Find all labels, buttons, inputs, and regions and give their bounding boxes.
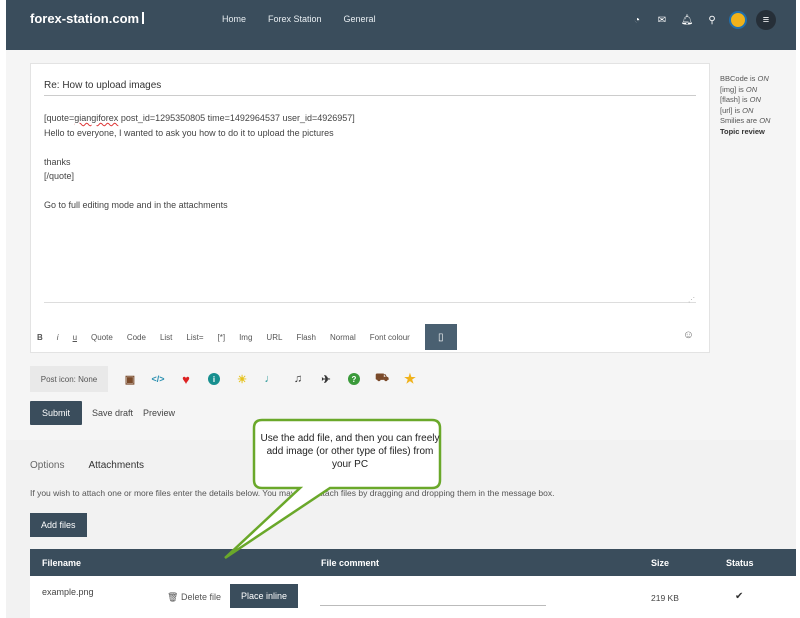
code-button[interactable]: Code xyxy=(120,333,153,342)
resize-grip-icon[interactable]: ⋰ xyxy=(688,296,695,304)
post-icon-row: Post icon: None ▣ </> ♥ i ☀ ♩ ♫ ✈ ? ⛟ ★ xyxy=(30,366,424,392)
message-line: [quote=giangiforex post_id=1295350805 ti… xyxy=(44,113,355,123)
column-size: Size xyxy=(651,558,670,568)
options-tabs: Options Attachments xyxy=(30,460,144,471)
microphone-icon[interactable]: ♩ xyxy=(256,366,284,392)
delete-file-button[interactable]: 🗑︎ Delete file xyxy=(167,592,221,603)
heart-icon[interactable]: ♥ xyxy=(172,366,200,392)
attachments-table-header: Filename File comment Size Status xyxy=(30,549,796,576)
dashboard-icon[interactable]: ◔ xyxy=(629,12,645,28)
lightbulb-icon[interactable]: ☀ xyxy=(228,366,256,392)
url-status: [url] is ON xyxy=(720,105,754,115)
post-icon-none[interactable]: Post icon: None xyxy=(30,366,108,392)
message-line: [/quote] xyxy=(44,171,75,181)
subject-input[interactable]: Re: How to upload images xyxy=(44,80,696,96)
flash-button[interactable]: Flash xyxy=(289,333,323,342)
textarea-bottom-border xyxy=(44,302,696,303)
attachment-size: 219 KB xyxy=(651,593,679,603)
menu-icon[interactable]: ≡ xyxy=(756,10,776,30)
code-icon[interactable]: </> xyxy=(144,366,172,392)
breadcrumb: Home Forex Station General xyxy=(222,14,376,24)
img-status: [img] is ON xyxy=(720,84,758,94)
nav-general[interactable]: General xyxy=(344,14,376,24)
column-status: Status xyxy=(726,558,754,568)
attach-info-text: If you wish to attach one or more files … xyxy=(30,488,555,498)
column-filename: Filename xyxy=(42,558,82,568)
nav-home[interactable]: Home xyxy=(222,14,246,24)
top-icon-bar: ◔ ✉ 🔔︎ ⚲ ≡ xyxy=(629,10,776,30)
toggle-mode-button[interactable]: ▯ xyxy=(424,324,457,350)
font-size-select[interactable]: Normal xyxy=(323,333,363,342)
cart-icon[interactable]: ⛟ xyxy=(368,366,396,392)
submit-button[interactable]: Submit xyxy=(30,401,83,425)
star-icon[interactable]: ★ xyxy=(396,366,424,392)
message-line: Hello to everyone, I wanted to ask you h… xyxy=(44,127,334,138)
top-navbar: forex-station.com Home Forex Station Gen… xyxy=(6,0,796,50)
bold-button[interactable]: B xyxy=(30,333,50,342)
place-inline-button[interactable]: Place inline xyxy=(230,584,299,608)
file-comment-input[interactable] xyxy=(320,600,546,606)
table-row: example.png 🗑︎ Delete file Place inline … xyxy=(30,576,796,618)
music-icon[interactable]: ♫ xyxy=(284,366,312,392)
bell-icon[interactable]: 🔔︎ xyxy=(679,12,695,28)
checkmark-icon: ✔ xyxy=(735,591,744,602)
list-item-button[interactable]: [*] xyxy=(211,333,233,342)
ordered-list-button[interactable]: List= xyxy=(179,333,210,342)
list-button[interactable]: List xyxy=(153,333,179,342)
form-actions: Submit Save draft Preview xyxy=(30,401,175,425)
message-line xyxy=(44,140,696,155)
message-line xyxy=(44,184,696,199)
smilies-status: Smilies are ON xyxy=(720,116,771,125)
bbcode-status-sidebar: BBCode is ON [img] is ON [flash] is ON [… xyxy=(720,74,770,137)
callout-text: Use the add file, and then you can freel… xyxy=(260,433,440,470)
device-icon: ▯ xyxy=(438,331,444,343)
topic-review-link[interactable]: Topic review xyxy=(720,127,770,138)
nav-forex-station[interactable]: Forex Station xyxy=(268,14,322,24)
italic-button[interactable]: i xyxy=(50,333,66,342)
airplane-icon[interactable]: ✈ xyxy=(312,366,340,392)
info-icon[interactable]: i xyxy=(200,366,228,392)
url-button[interactable]: URL xyxy=(259,333,289,342)
tab-attachments[interactable]: Attachments xyxy=(88,460,144,471)
search-icon[interactable]: ⚲ xyxy=(704,12,720,28)
add-files-button[interactable]: Add files xyxy=(30,513,87,537)
flash-status: [flash] is ON xyxy=(720,95,761,104)
preview-button[interactable]: Preview xyxy=(143,408,175,418)
message-line: thanks xyxy=(44,156,71,167)
column-file-comment: File comment xyxy=(321,558,380,568)
font-colour-button[interactable]: Font colour xyxy=(363,333,417,342)
mail-icon[interactable]: ✉ xyxy=(654,12,670,28)
formatting-toolbar: B i u Quote Code List List= [*] Img URL … xyxy=(30,320,708,354)
avatar[interactable] xyxy=(729,11,747,29)
smiley-icon[interactable]: ☺ xyxy=(683,329,694,341)
attachment-filename: example.png xyxy=(42,587,94,597)
bbcode-status: BBCode is ON xyxy=(720,74,769,83)
underline-button[interactable]: u xyxy=(66,333,84,342)
site-logo[interactable]: forex-station.com xyxy=(30,11,152,26)
img-button[interactable]: Img xyxy=(232,333,259,342)
tab-options[interactable]: Options xyxy=(30,460,64,471)
question-icon[interactable]: ? xyxy=(340,366,368,392)
logo-flag-icon xyxy=(142,12,152,24)
editor-box: Re: How to upload images [quote=giangifo… xyxy=(30,63,710,353)
message-textarea[interactable]: [quote=giangiforex post_id=1295350805 ti… xyxy=(44,111,696,213)
briefcase-icon[interactable]: ▣ xyxy=(116,366,144,392)
trash-icon: 🗑︎ xyxy=(167,592,179,602)
quote-button[interactable]: Quote xyxy=(84,333,120,342)
message-line: Go to full editing mode and in the attac… xyxy=(44,200,228,210)
save-draft-button[interactable]: Save draft xyxy=(92,408,133,418)
